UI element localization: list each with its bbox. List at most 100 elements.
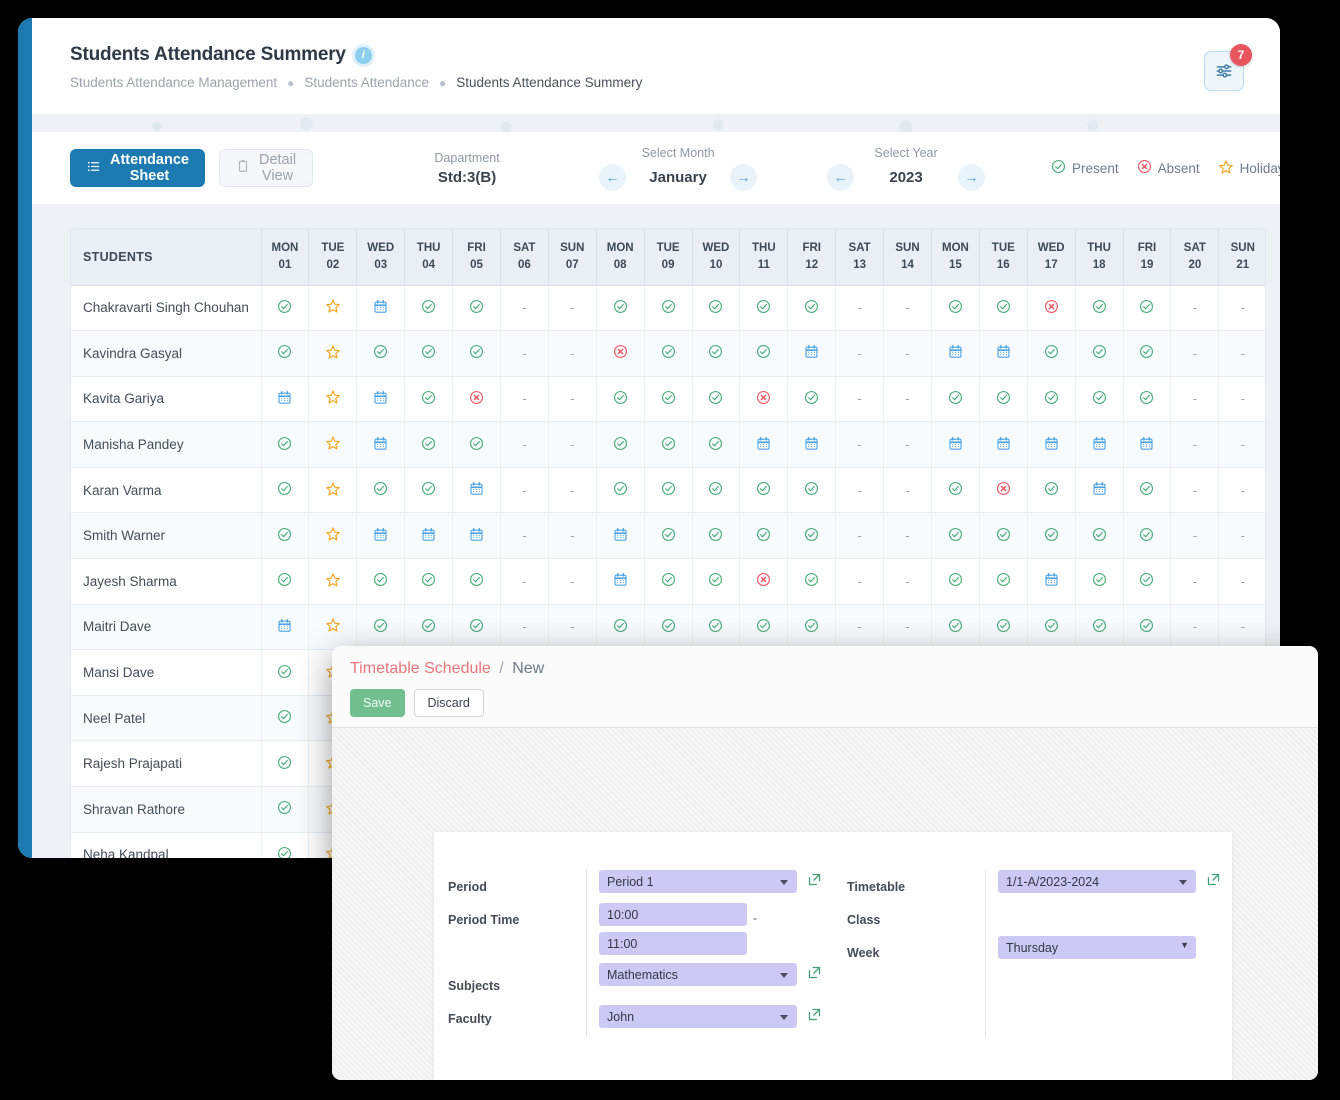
- attendance-cell[interactable]: [1075, 285, 1124, 332]
- month-prev-arrow-left-icon[interactable]: ←: [599, 163, 627, 191]
- attendance-cell[interactable]: -: [1218, 376, 1265, 423]
- attendance-cell[interactable]: [261, 740, 310, 788]
- attendance-cell[interactable]: -: [500, 376, 549, 423]
- attendance-cell[interactable]: [787, 558, 837, 605]
- attendance-cell[interactable]: [739, 604, 789, 651]
- attendance-cell[interactable]: [356, 558, 406, 605]
- attendance-cell[interactable]: [931, 467, 980, 514]
- attendance-cell[interactable]: -: [500, 285, 549, 332]
- attendance-cell[interactable]: [308, 512, 358, 560]
- attendance-cell[interactable]: [979, 330, 1028, 377]
- attendance-cell[interactable]: [739, 467, 789, 514]
- attendance-cell[interactable]: -: [835, 285, 885, 332]
- attendance-cell[interactable]: [979, 558, 1028, 605]
- student-name-cell[interactable]: Neel Patel: [71, 695, 262, 742]
- discard-button[interactable]: Discard: [413, 689, 484, 717]
- attendance-cell[interactable]: [1075, 421, 1124, 468]
- attendance-cell[interactable]: [452, 285, 501, 332]
- department-value[interactable]: Std:3(B): [431, 169, 503, 186]
- breadcrumb-item-2[interactable]: Students Attendance: [304, 75, 429, 90]
- attendance-cell[interactable]: [261, 376, 310, 423]
- attendance-cell[interactable]: [452, 467, 501, 514]
- attendance-cell[interactable]: [644, 467, 693, 514]
- attendance-cell[interactable]: [692, 604, 741, 651]
- attendance-cell[interactable]: [644, 421, 693, 468]
- attendance-cell[interactable]: [261, 512, 310, 560]
- attendance-cell[interactable]: -: [1218, 604, 1265, 651]
- attendance-cell[interactable]: -: [835, 330, 885, 377]
- attendance-cell[interactable]: [261, 832, 310, 858]
- attendance-cell[interactable]: [979, 376, 1028, 423]
- subjects-select[interactable]: Mathematics: [599, 963, 797, 986]
- attendance-cell[interactable]: [787, 376, 837, 423]
- attendance-cell[interactable]: [1123, 512, 1172, 560]
- attendance-cell[interactable]: [356, 330, 406, 377]
- attendance-cell[interactable]: -: [548, 285, 597, 332]
- attendance-cell[interactable]: [739, 330, 789, 377]
- attendance-cell[interactable]: [452, 330, 501, 377]
- attendance-cell[interactable]: [261, 421, 310, 468]
- attendance-cell[interactable]: [1027, 512, 1076, 560]
- attendance-cell[interactable]: -: [548, 421, 597, 468]
- attendance-cell[interactable]: [308, 285, 358, 332]
- attendance-cell[interactable]: [931, 421, 980, 468]
- attendance-cell[interactable]: -: [1170, 604, 1220, 651]
- attendance-cell[interactable]: -: [1218, 512, 1265, 560]
- attendance-cell[interactable]: [979, 512, 1028, 560]
- attendance-cell[interactable]: [739, 558, 789, 605]
- attendance-cell[interactable]: [787, 421, 837, 468]
- attendance-cell[interactable]: [787, 467, 837, 514]
- attendance-cell[interactable]: [692, 285, 741, 332]
- attendance-cell[interactable]: [644, 558, 693, 605]
- attendance-cell[interactable]: [739, 376, 789, 423]
- attendance-cell[interactable]: -: [1170, 421, 1220, 468]
- student-name-cell[interactable]: Kavita Gariya: [71, 376, 262, 423]
- attendance-cell[interactable]: -: [1170, 376, 1220, 423]
- attendance-cell[interactable]: [1027, 421, 1076, 468]
- student-name-cell[interactable]: Rajesh Prajapati: [71, 740, 262, 788]
- attendance-cell[interactable]: [356, 376, 406, 423]
- attendance-cell[interactable]: [692, 558, 741, 605]
- attendance-cell[interactable]: [261, 467, 310, 514]
- attendance-cell[interactable]: [356, 285, 406, 332]
- year-prev-arrow-left-icon[interactable]: ←: [827, 163, 855, 191]
- attendance-cell[interactable]: [931, 330, 980, 377]
- attendance-cell[interactable]: [692, 512, 741, 560]
- student-name-cell[interactable]: Maitri Dave: [71, 604, 262, 651]
- attendance-cell[interactable]: [787, 285, 837, 332]
- attendance-cell[interactable]: [452, 604, 501, 651]
- attendance-cell[interactable]: [1027, 604, 1076, 651]
- attendance-cell[interactable]: [1027, 558, 1076, 605]
- student-name-cell[interactable]: Karan Varma: [71, 467, 262, 514]
- attendance-cell[interactable]: [308, 330, 358, 377]
- attendance-cell[interactable]: -: [500, 467, 549, 514]
- attendance-cell[interactable]: [452, 512, 501, 560]
- attendance-cell[interactable]: -: [500, 604, 549, 651]
- save-button[interactable]: Save: [350, 689, 405, 717]
- tab-attendance-sheet[interactable]: Attendance Sheet: [70, 149, 205, 187]
- attendance-cell[interactable]: -: [1170, 512, 1220, 560]
- attendance-cell[interactable]: [308, 421, 358, 468]
- attendance-cell[interactable]: [692, 467, 741, 514]
- attendance-cell[interactable]: -: [835, 558, 885, 605]
- attendance-cell[interactable]: [308, 604, 358, 651]
- attendance-cell[interactable]: -: [500, 512, 549, 560]
- attendance-cell[interactable]: [1075, 467, 1124, 514]
- attendance-cell[interactable]: [1123, 467, 1172, 514]
- attendance-cell[interactable]: [596, 330, 645, 377]
- attendance-cell[interactable]: [1123, 604, 1172, 651]
- student-name-cell[interactable]: Chakravarti Singh Chouhan: [71, 285, 262, 332]
- attendance-cell[interactable]: -: [500, 421, 549, 468]
- attendance-cell[interactable]: [356, 604, 406, 651]
- attendance-cell[interactable]: [979, 421, 1028, 468]
- attendance-cell[interactable]: [787, 330, 837, 377]
- faculty-select[interactable]: John: [599, 1005, 797, 1028]
- modal-breadcrumb-primary[interactable]: Timetable Schedule: [350, 660, 491, 677]
- attendance-cell[interactable]: -: [883, 558, 932, 605]
- attendance-cell[interactable]: -: [1170, 330, 1220, 377]
- attendance-cell[interactable]: [1123, 285, 1172, 332]
- attendance-cell[interactable]: [404, 330, 454, 377]
- period-time-from-input[interactable]: 10:00: [599, 903, 747, 926]
- attendance-cell[interactable]: -: [548, 330, 597, 377]
- attendance-cell[interactable]: [1027, 285, 1076, 332]
